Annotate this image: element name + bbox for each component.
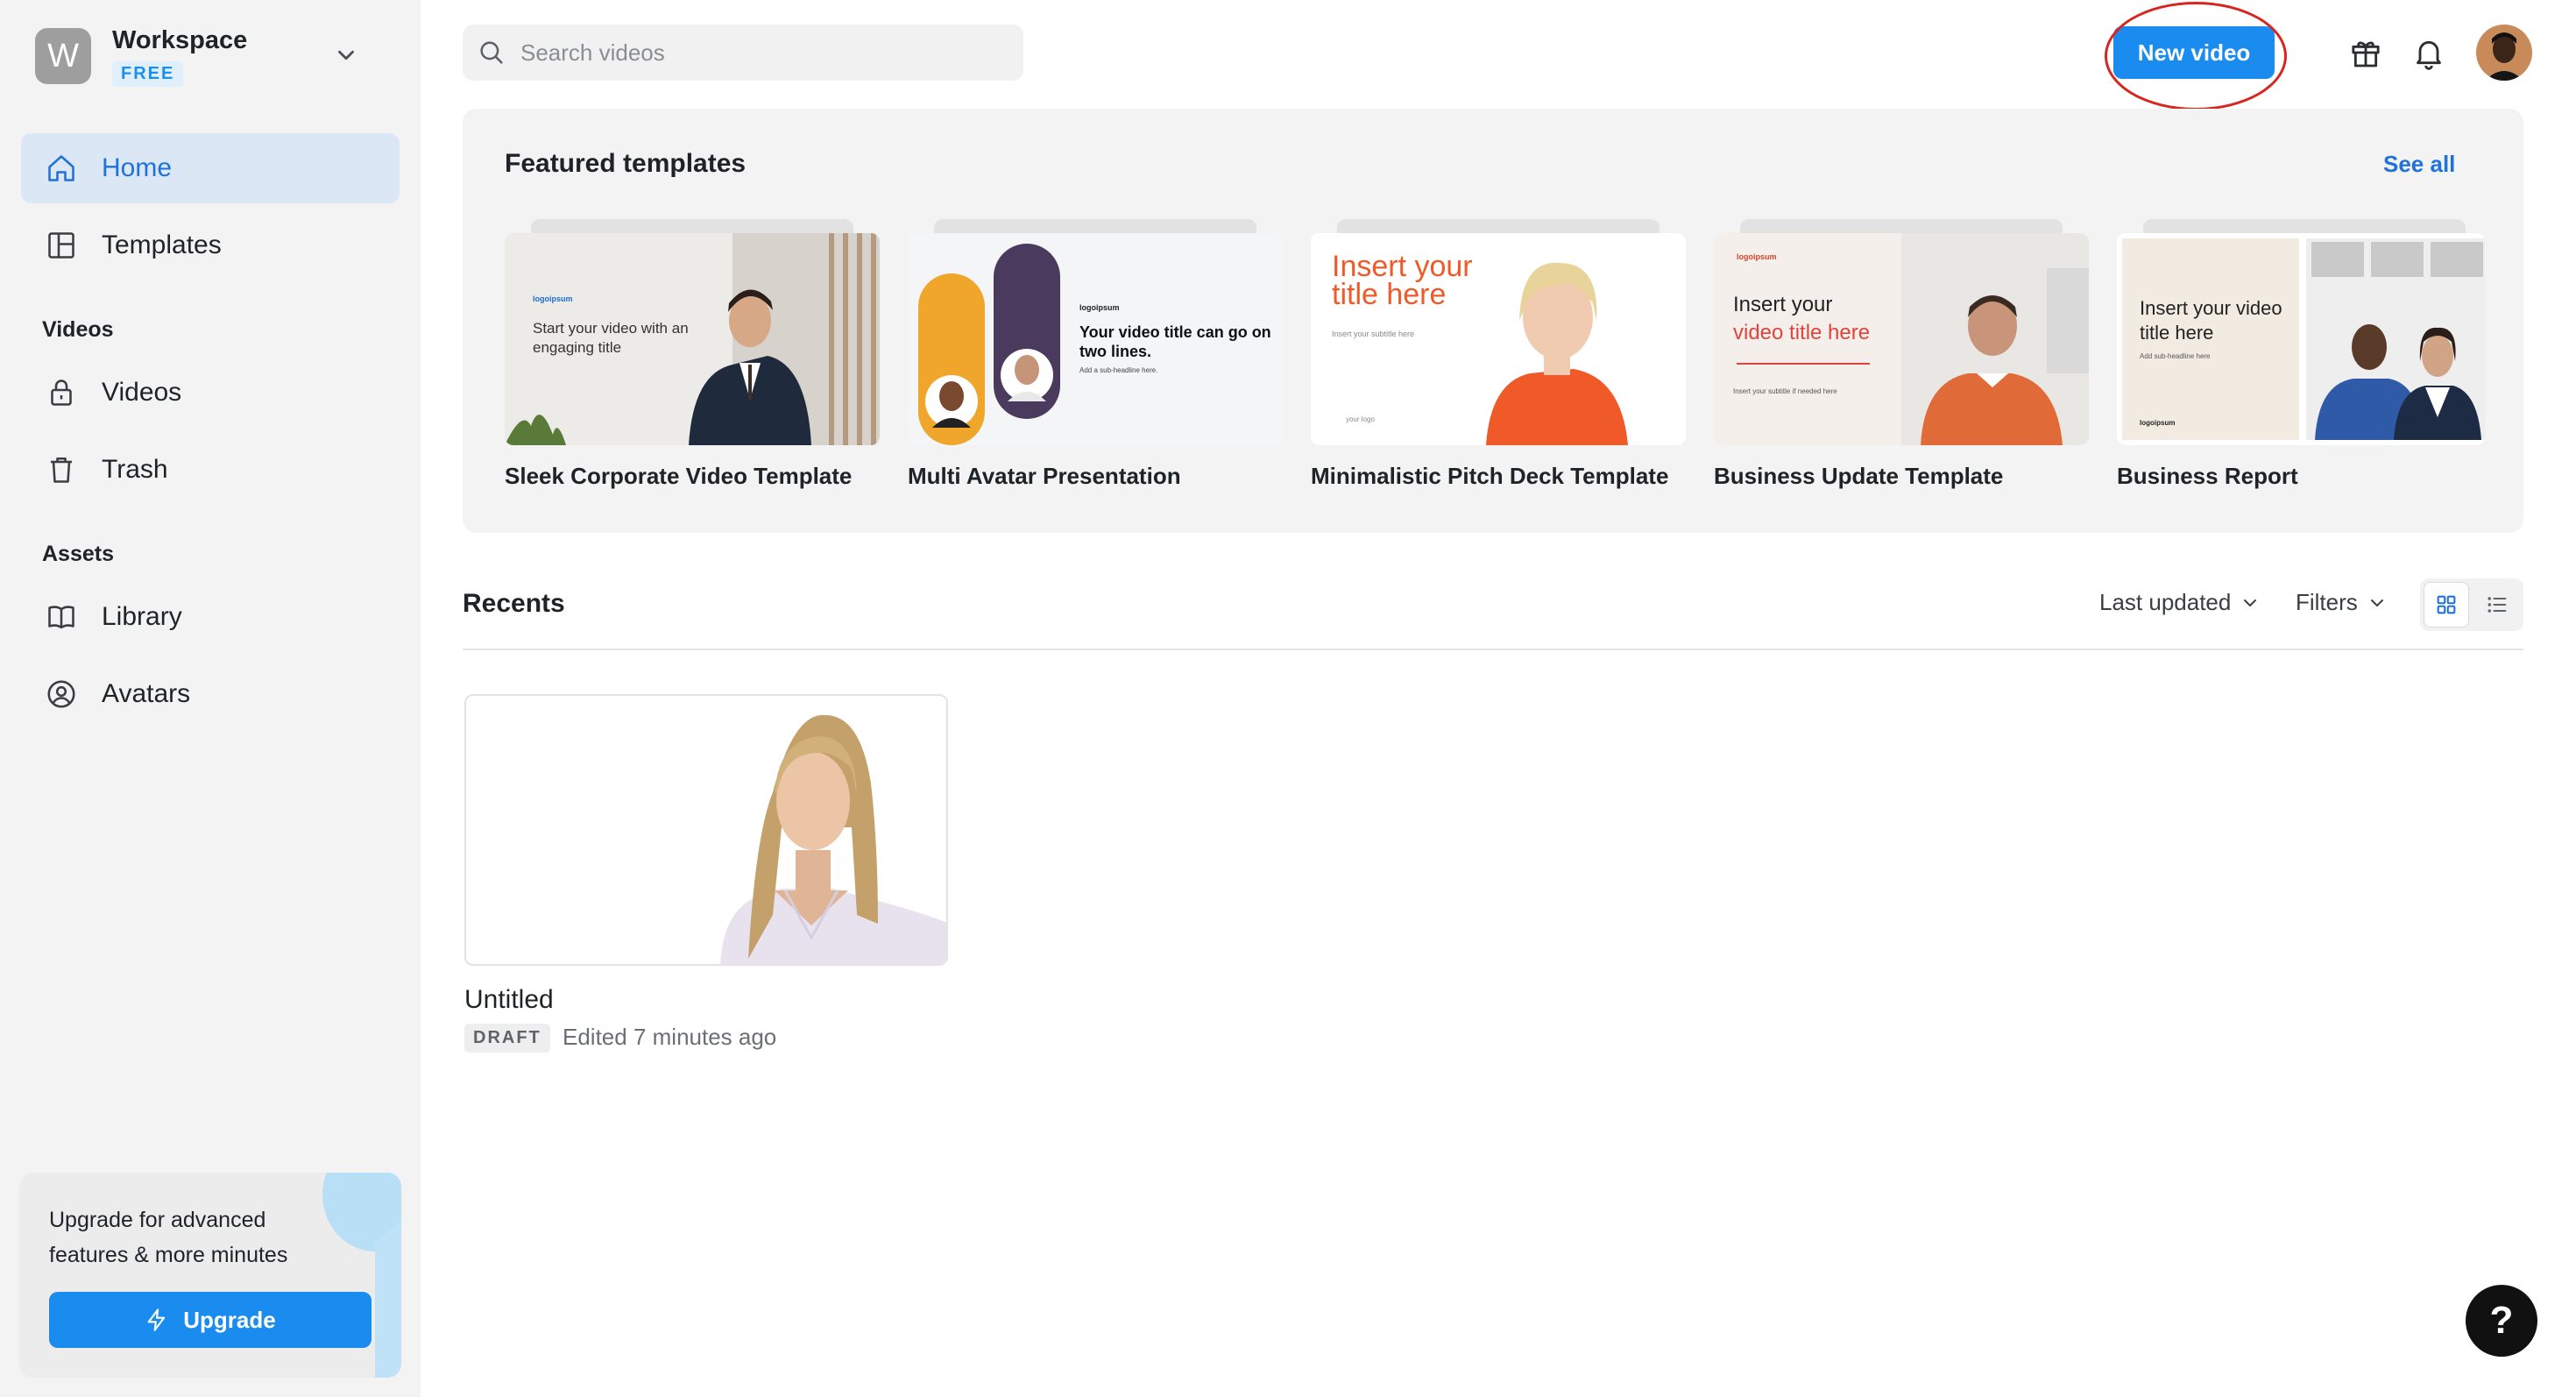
lock-icon xyxy=(51,379,72,406)
sidebar-item-templates[interactable]: Templates xyxy=(21,210,400,280)
section-label-assets: Assets xyxy=(42,542,114,566)
template-name[interactable]: Business Report xyxy=(2117,463,2492,490)
sidebar-item-label: Avatars xyxy=(102,679,191,708)
sidebar-item-label: Library xyxy=(102,602,182,631)
sidebar-item-trash[interactable]: Trash xyxy=(21,435,400,505)
list-view-button[interactable] xyxy=(2474,582,2520,628)
trash-icon xyxy=(51,457,72,483)
sidebar: W Workspace FREE Home Templates Videos V… xyxy=(0,0,421,1397)
sidebar-item-label: Templates xyxy=(102,230,222,259)
template-headline: Insert your xyxy=(1733,293,1833,316)
user-circle-icon xyxy=(47,680,75,708)
template-card[interactable]: Insert your video title here Add sub-hea… xyxy=(2117,219,2492,490)
search-bar[interactable] xyxy=(463,25,1023,81)
template-logo: logoipsum xyxy=(1737,252,1777,261)
avatar-image xyxy=(2476,25,2532,81)
template-headline-accent: video title here xyxy=(1733,321,1871,344)
template-thumbnail[interactable]: logoipsum Insert your video title here I… xyxy=(1714,233,2089,445)
book-icon xyxy=(48,606,74,629)
bell-icon[interactable] xyxy=(2411,35,2446,70)
template-card[interactable]: Insert your title here Insert your subti… xyxy=(1311,219,1686,490)
template-subheadline: Insert your subtitle if needed here xyxy=(1733,387,1837,395)
template-thumbnail[interactable]: logoipsum Your video title can go on two… xyxy=(908,233,1283,445)
template-headline: Start your video with an engaging title xyxy=(533,320,689,356)
template-headline: Insert your video title here xyxy=(2140,297,2282,344)
upgrade-card: Upgrade for advanced features & more min… xyxy=(19,1173,401,1378)
chevron-down-icon xyxy=(2370,599,2383,606)
edited-timestamp: Edited 7 minutes ago xyxy=(563,1024,777,1050)
filters-dropdown[interactable]: Filters xyxy=(2296,589,2388,616)
sort-dropdown[interactable]: Last updated xyxy=(2099,589,2261,616)
video-title[interactable]: Untitled xyxy=(464,985,554,1015)
decorative-shape xyxy=(375,1216,401,1378)
template-thumbnail[interactable]: Insert your title here Insert your subti… xyxy=(1311,233,1686,445)
plan-badge: FREE xyxy=(112,61,184,87)
template-subheadline: Insert your subtitle here xyxy=(1332,330,1415,338)
section-title: Recents xyxy=(463,589,565,618)
template-headline: Insert your title here xyxy=(1332,250,1473,311)
see-all-link[interactable]: See all xyxy=(2383,151,2455,178)
templates-icon xyxy=(48,232,74,259)
template-logo: logoipsum xyxy=(2140,419,2176,427)
workspace-avatar[interactable]: W xyxy=(35,28,91,84)
filters-label: Filters xyxy=(2296,589,2358,615)
workspace-name[interactable]: Workspace xyxy=(112,26,247,55)
search-input[interactable] xyxy=(520,39,1011,67)
section-label-videos: Videos xyxy=(42,317,114,342)
grid-view-button[interactable] xyxy=(2424,582,2469,628)
list-icon xyxy=(2488,597,2507,613)
new-video-button[interactable]: New video xyxy=(2113,26,2275,79)
template-thumbnail[interactable]: Insert your video title here Add sub-hea… xyxy=(2117,233,2485,445)
chevron-down-icon xyxy=(2244,599,2257,606)
help-button[interactable]: ? xyxy=(2466,1285,2537,1357)
sidebar-item-label: Home xyxy=(102,153,173,182)
template-logo: logoipsum xyxy=(533,294,573,303)
section-title: Featured templates xyxy=(505,149,747,178)
template-headline: Your video title can go on two lines. xyxy=(1079,323,1271,360)
template-logo: your logo xyxy=(1346,415,1375,423)
template-card[interactable]: logoipsum Your video title can go on two… xyxy=(908,219,1283,490)
lightning-icon xyxy=(147,1308,166,1331)
video-card[interactable] xyxy=(464,694,948,966)
search-icon xyxy=(480,41,503,64)
template-subheadline: Add a sub-headline here. xyxy=(1079,366,1158,374)
sort-label: Last updated xyxy=(2099,589,2232,615)
sidebar-item-library[interactable]: Library xyxy=(21,582,400,652)
sidebar-item-home[interactable]: Home xyxy=(21,133,400,203)
view-toggle xyxy=(2420,578,2523,631)
home-icon xyxy=(48,155,74,181)
section-divider xyxy=(463,649,2523,650)
upgrade-button-label: Upgrade xyxy=(183,1306,276,1333)
template-card[interactable]: logoipsum Start your video with an engag… xyxy=(505,219,880,490)
upgrade-button[interactable]: Upgrade xyxy=(49,1292,372,1348)
profile-avatar[interactable] xyxy=(2476,25,2532,81)
sidebar-item-avatars[interactable]: Avatars xyxy=(21,659,400,729)
template-name[interactable]: Minimalistic Pitch Deck Template xyxy=(1311,463,1686,490)
gift-icon[interactable] xyxy=(2348,35,2383,70)
template-subheadline: Add sub-headline here xyxy=(2140,352,2211,360)
chevron-down-icon[interactable] xyxy=(333,42,359,68)
status-badge: DRAFT xyxy=(464,1024,550,1053)
template-name[interactable]: Business Update Template xyxy=(1714,463,2089,490)
template-name[interactable]: Sleek Corporate Video Template xyxy=(505,463,880,490)
template-logo: logoipsum xyxy=(1079,303,1120,312)
sidebar-item-videos[interactable]: Videos xyxy=(21,358,400,428)
sidebar-item-label: Videos xyxy=(102,378,182,407)
sidebar-item-label: Trash xyxy=(102,455,168,484)
grid-icon xyxy=(2437,595,2456,614)
video-thumbnail xyxy=(466,696,946,964)
template-thumbnail[interactable]: logoipsum Start your video with an engag… xyxy=(505,233,880,445)
featured-templates-panel: Featured templates See all logoipsum Sta… xyxy=(463,109,2523,533)
upgrade-message: Upgrade for advanced features & more min… xyxy=(49,1208,288,1267)
template-card[interactable]: logoipsum Insert your video title here I… xyxy=(1714,219,2089,490)
template-name[interactable]: Multi Avatar Presentation xyxy=(908,463,1283,490)
